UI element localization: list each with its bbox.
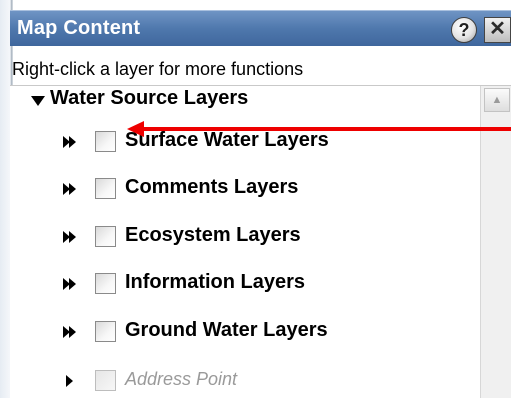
- layer-row-address-point: Address Point: [0, 365, 470, 401]
- triangle-right-icon[interactable]: [62, 373, 82, 389]
- map-content-panel: Map Content ? ✕ Right-click a layer for …: [0, 0, 511, 401]
- layer-row-ecosystem: Ecosystem Layers: [0, 221, 470, 257]
- vertical-scrollbar[interactable]: [480, 86, 511, 398]
- panel-title: Map Content: [17, 17, 141, 39]
- layer-checkbox[interactable]: [95, 226, 116, 247]
- layer-label[interactable]: Address Point: [125, 369, 237, 390]
- layer-row-information: Information Layers: [0, 268, 470, 304]
- annotation-arrow-line: [140, 127, 511, 131]
- layer-label[interactable]: Ecosystem Layers: [125, 224, 301, 247]
- layer-checkbox[interactable]: [95, 321, 116, 342]
- double-chevron-right-icon[interactable]: [62, 276, 82, 292]
- triangle-down-icon[interactable]: [31, 96, 45, 106]
- double-chevron-right-icon[interactable]: [62, 181, 82, 197]
- annotation-arrow-head-icon: [127, 121, 144, 137]
- layer-checkbox[interactable]: [95, 273, 116, 294]
- layer-row-comments: Comments Layers: [0, 173, 470, 209]
- layer-label[interactable]: Surface Water Layers: [125, 129, 329, 152]
- panel-titlebar[interactable]: Map Content ? ✕: [10, 10, 511, 46]
- double-chevron-right-icon[interactable]: [62, 229, 82, 245]
- layer-label[interactable]: Information Layers: [125, 271, 305, 294]
- group-label-water-source[interactable]: Water Source Layers: [50, 87, 248, 110]
- double-chevron-right-icon[interactable]: [62, 324, 82, 340]
- layer-row-surface-water: Surface Water Layers: [0, 126, 470, 162]
- layer-label[interactable]: Comments Layers: [125, 176, 298, 199]
- instructions-text: Right-click a layer for more functions: [12, 59, 304, 79]
- layer-checkbox[interactable]: [95, 370, 116, 391]
- layer-checkbox[interactable]: [95, 131, 116, 152]
- scroll-up-arrow-icon[interactable]: ▲: [484, 88, 510, 112]
- help-icon[interactable]: ?: [451, 17, 477, 43]
- layer-checkbox[interactable]: [95, 178, 116, 199]
- double-chevron-right-icon[interactable]: [62, 134, 82, 150]
- layer-row-ground-water: Ground Water Layers: [0, 316, 470, 352]
- layer-label[interactable]: Ground Water Layers: [125, 319, 328, 342]
- close-icon[interactable]: ✕: [484, 17, 511, 43]
